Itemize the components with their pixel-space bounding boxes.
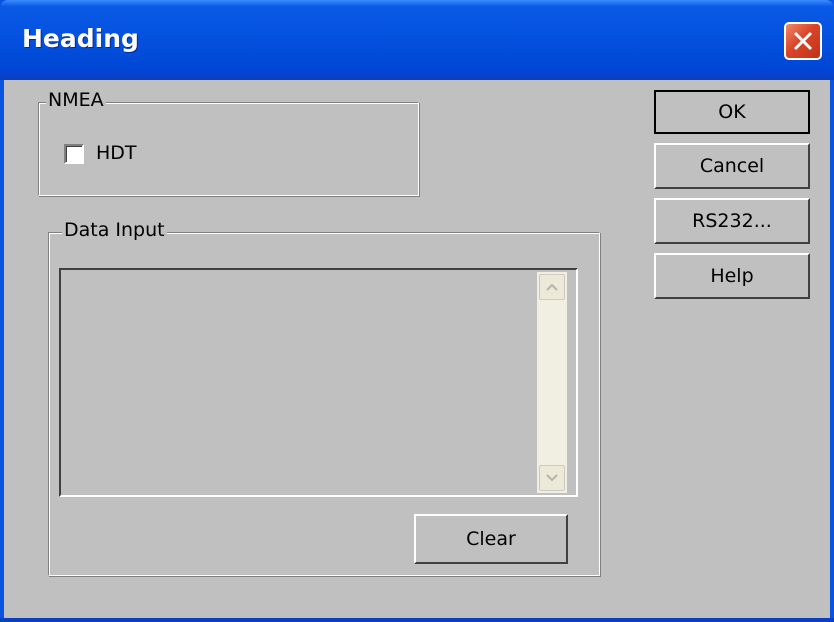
cancel-button[interactable]: Cancel [654, 143, 810, 189]
dialog-window: Heading NMEA HDT Data Input Clear OK Can… [0, 0, 834, 622]
clear-button[interactable]: Clear [414, 514, 568, 564]
nmea-group-label: NMEA [46, 89, 106, 111]
arrow-down-icon [546, 474, 558, 482]
data-input-group-label: Data Input [62, 219, 167, 241]
data-input-textarea[interactable] [59, 268, 578, 497]
help-button[interactable]: Help [654, 253, 810, 299]
hdt-label: HDT [96, 142, 137, 164]
arrow-up-icon [546, 283, 558, 291]
rs232-button[interactable]: RS232... [654, 198, 810, 244]
close-icon [793, 31, 813, 51]
hdt-checkbox[interactable] [64, 144, 84, 164]
close-button[interactable] [784, 22, 822, 60]
window-bottom-border [0, 618, 834, 622]
dialog-client-area: NMEA HDT Data Input Clear OK Cancel RS23… [4, 80, 830, 618]
scroll-down-button[interactable] [539, 465, 565, 491]
window-title: Heading [22, 24, 139, 53]
ok-button[interactable]: OK [654, 90, 810, 134]
title-bar[interactable]: Heading [0, 0, 834, 80]
scroll-up-button[interactable] [539, 274, 565, 300]
data-input-scrollbar[interactable] [537, 272, 567, 493]
